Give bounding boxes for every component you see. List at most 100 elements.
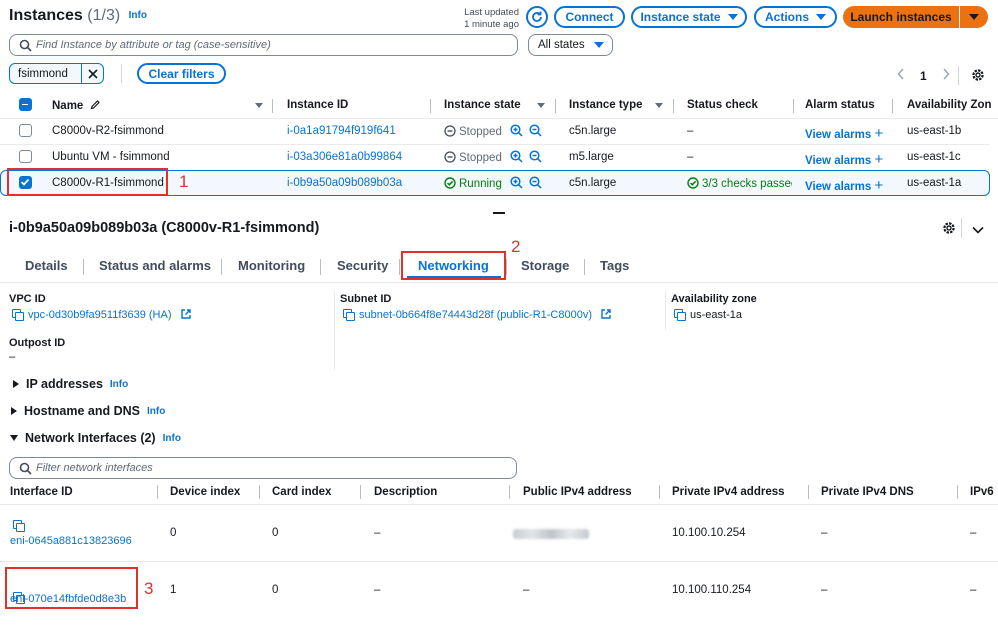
launch-instances-button[interactable]: Launch instances bbox=[843, 6, 959, 28]
tab-divider bbox=[320, 259, 321, 275]
status-check: – bbox=[687, 151, 694, 163]
split-panel-handle[interactable] bbox=[493, 212, 505, 214]
ni-col-ipv6[interactable]: IPv6 bbox=[970, 486, 998, 498]
state-label: Running bbox=[459, 178, 502, 190]
ni-col-description[interactable]: Description bbox=[374, 486, 437, 498]
ni-col-card-index[interactable]: Card index bbox=[272, 486, 331, 498]
col-divider bbox=[793, 99, 794, 113]
col-header-instance-id[interactable]: Instance ID bbox=[287, 99, 348, 111]
copy-icon[interactable] bbox=[343, 309, 355, 321]
select-all-checkbox[interactable] bbox=[19, 98, 32, 111]
copy-icon[interactable] bbox=[13, 520, 25, 532]
col-header-instance-state[interactable]: Instance state bbox=[444, 99, 521, 111]
info-link[interactable]: Info bbox=[110, 379, 128, 390]
tab-divider bbox=[584, 259, 585, 275]
info-link[interactable]: Info bbox=[129, 10, 147, 21]
table-settings-button[interactable] bbox=[971, 68, 985, 85]
annotation-label-3: 3 bbox=[144, 579, 154, 598]
ipv6: – bbox=[970, 584, 977, 596]
ip-addresses-section-toggle[interactable]: IP addresses Info bbox=[13, 377, 128, 391]
actions-button[interactable]: Actions bbox=[754, 6, 837, 28]
prev-page-button[interactable] bbox=[897, 68, 905, 83]
device-index: 1 bbox=[170, 584, 177, 596]
instance-state-button[interactable]: Instance state bbox=[631, 6, 747, 28]
last-updated-label: Last updated bbox=[464, 7, 519, 18]
collapse-panel-button[interactable] bbox=[972, 223, 984, 237]
sort-icon[interactable] bbox=[255, 103, 263, 108]
caret-down-icon bbox=[969, 14, 979, 20]
states-select[interactable]: All states bbox=[528, 34, 613, 56]
tab-details[interactable]: Details bbox=[25, 258, 68, 273]
zoom-out-icon[interactable] bbox=[529, 124, 542, 137]
view-alarms-link[interactable]: View alarms + bbox=[805, 177, 883, 194]
page-title: Instances (1/3) Info bbox=[9, 7, 147, 25]
vpc-id-link[interactable]: vpc-0d30b9fa9511f3639 (HA) bbox=[12, 309, 191, 321]
chevron-left-icon bbox=[897, 68, 904, 80]
interface-id-link[interactable]: eni-0645a881c13823696 bbox=[10, 535, 132, 547]
card-index: 0 bbox=[272, 527, 279, 539]
ni-col-private-ipv4-dns[interactable]: Private IPv4 DNS bbox=[821, 486, 914, 498]
token-remove-button[interactable] bbox=[81, 64, 103, 83]
network-interface-filter-input[interactable]: Filter network interfaces bbox=[9, 457, 517, 479]
caret-down-icon bbox=[593, 42, 604, 48]
gear-icon bbox=[943, 222, 955, 234]
ni-col-interface-id[interactable]: Interface ID bbox=[10, 486, 73, 498]
connect-button[interactable]: Connect bbox=[554, 6, 625, 28]
col-header-availability-zone[interactable]: Availability Zon bbox=[907, 99, 992, 111]
instance-name: Ubuntu VM - fsimmond bbox=[52, 151, 170, 163]
col-header-name[interactable]: Name bbox=[52, 99, 101, 112]
row-divider bbox=[0, 118, 998, 119]
clear-filters-label: Clear filters bbox=[148, 66, 215, 81]
instance-id-link[interactable]: i-0a1a91794f919f641 bbox=[287, 125, 396, 137]
info-link[interactable]: Info bbox=[147, 406, 165, 417]
copy-icon[interactable] bbox=[674, 309, 686, 321]
col-header-status-check[interactable]: Status check bbox=[687, 99, 758, 111]
copy-icon[interactable] bbox=[12, 309, 24, 321]
instance-id-link[interactable]: i-0b9a50a09b089b03a bbox=[287, 177, 402, 189]
title-text: Instances bbox=[9, 7, 83, 24]
divider bbox=[961, 218, 962, 238]
tab-security[interactable]: Security bbox=[337, 258, 388, 273]
page-number[interactable]: 1 bbox=[920, 69, 927, 83]
clear-filters-button[interactable]: Clear filters bbox=[137, 63, 226, 84]
zoom-out-icon[interactable] bbox=[529, 150, 542, 163]
launch-dropdown-button[interactable] bbox=[960, 6, 988, 28]
next-page-button[interactable] bbox=[942, 68, 950, 83]
connect-label: Connect bbox=[565, 10, 614, 24]
subnet-id-label: Subnet ID bbox=[340, 293, 392, 305]
row-checkbox[interactable] bbox=[19, 150, 32, 163]
ipv6: – bbox=[970, 527, 977, 539]
sort-icon[interactable] bbox=[537, 103, 545, 108]
col-divider bbox=[808, 485, 809, 499]
info-link[interactable]: Info bbox=[163, 433, 181, 444]
tab-status-and-alarms[interactable]: Status and alarms bbox=[99, 258, 211, 273]
col-header-alarm-status[interactable]: Alarm status bbox=[805, 99, 875, 111]
zoom-out-icon[interactable] bbox=[529, 176, 542, 189]
view-alarms-link[interactable]: View alarms + bbox=[805, 151, 883, 168]
col-header-instance-type[interactable]: Instance type bbox=[569, 99, 643, 111]
network-interfaces-section-toggle[interactable]: Network Interfaces (2) Info bbox=[10, 431, 181, 445]
subnet-id-link[interactable]: subnet-0b664f8e74443d28f (public-R1-C800… bbox=[343, 309, 611, 321]
detail-settings-button[interactable] bbox=[942, 221, 956, 238]
ni-col-private-ipv4[interactable]: Private IPv4 address bbox=[672, 486, 785, 498]
zoom-in-icon[interactable] bbox=[510, 176, 523, 189]
view-alarms-label: View alarms bbox=[805, 181, 872, 193]
device-index: 0 bbox=[170, 527, 177, 539]
instance-id-link[interactable]: i-03a306e81a0b99864 bbox=[287, 151, 402, 163]
private-ipv4-dns: – bbox=[821, 527, 828, 539]
row-checkbox[interactable] bbox=[19, 124, 32, 137]
instance-search-input[interactable]: Find Instance by attribute or tag (case-… bbox=[9, 34, 518, 56]
hostname-dns-section-toggle[interactable]: Hostname and DNS Info bbox=[11, 404, 165, 418]
refresh-button[interactable] bbox=[526, 6, 548, 28]
zoom-in-icon[interactable] bbox=[510, 150, 523, 163]
tab-storage[interactable]: Storage bbox=[521, 258, 569, 273]
refresh-icon bbox=[532, 11, 542, 22]
tab-tags[interactable]: Tags bbox=[600, 258, 629, 273]
tab-monitoring[interactable]: Monitoring bbox=[238, 258, 305, 273]
ni-col-device-index[interactable]: Device index bbox=[170, 486, 240, 498]
sort-icon[interactable] bbox=[655, 103, 663, 108]
view-alarms-link[interactable]: View alarms + bbox=[805, 125, 883, 142]
instance-name: C8000v-R2-fsimmond bbox=[52, 125, 164, 137]
ni-col-public-ipv4[interactable]: Public IPv4 address bbox=[523, 486, 632, 498]
zoom-in-icon[interactable] bbox=[510, 124, 523, 137]
